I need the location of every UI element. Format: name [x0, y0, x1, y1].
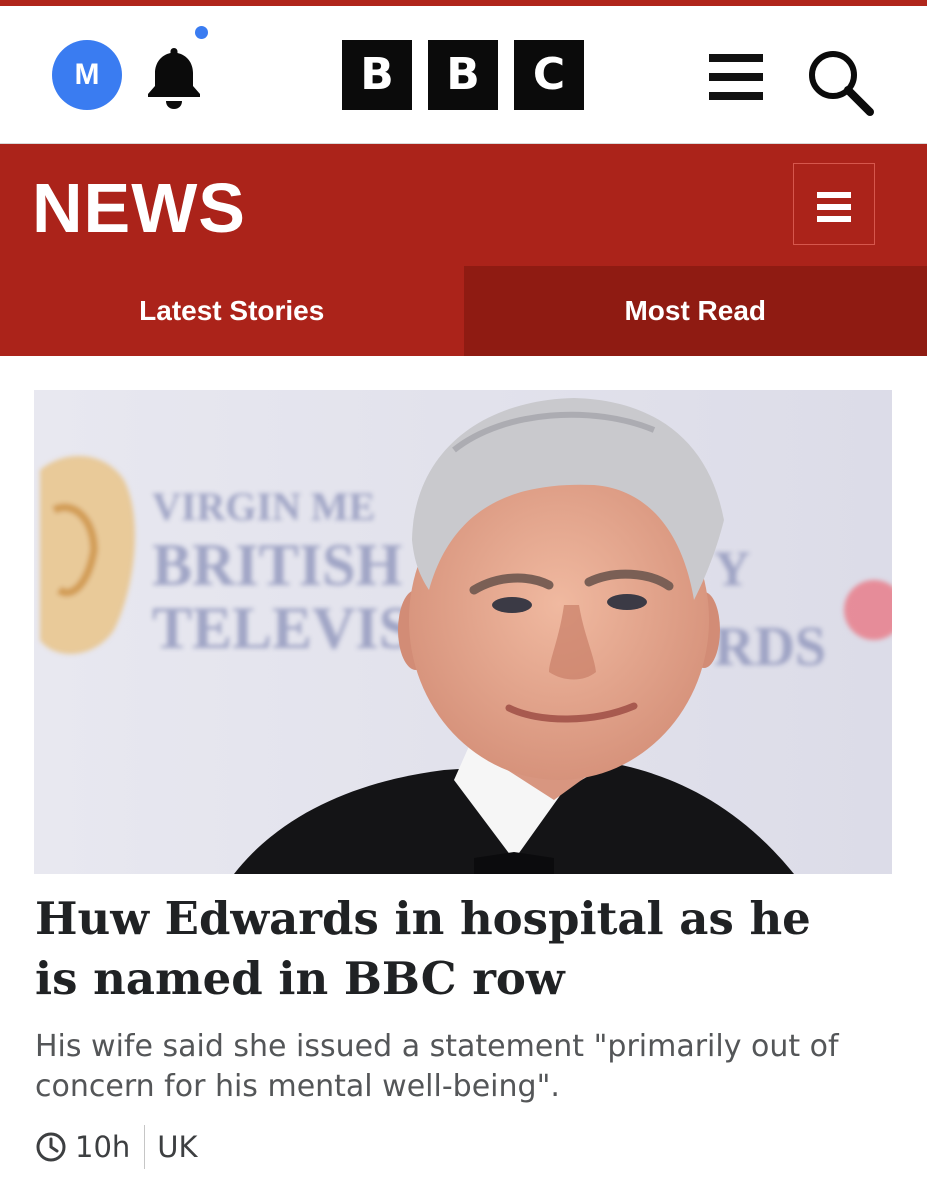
notification-dot: [195, 26, 208, 39]
article-meta: 10h UK: [35, 1124, 198, 1170]
hamburger-menu-icon[interactable]: [793, 163, 875, 245]
avatar-initial: M: [74, 58, 100, 91]
account-avatar[interactable]: M: [52, 40, 122, 110]
backdrop-text: BRITISH: [152, 532, 402, 598]
hamburger-menu-icon[interactable]: [709, 54, 763, 100]
logo-block: C: [514, 40, 584, 110]
article-summary: His wife said she issued a statement "pr…: [35, 1029, 839, 1104]
article-timestamp: 10h: [75, 1130, 131, 1164]
article-headline[interactable]: Huw Edwards in hospital as he is named i…: [35, 889, 855, 1009]
meta-divider: [144, 1125, 146, 1169]
tab-most-read[interactable]: Most Read: [463, 266, 927, 356]
tab-latest-stories[interactable]: Latest Stories: [0, 266, 464, 356]
backdrop-text: TELEVIS: [152, 595, 412, 661]
bell-icon[interactable]: [142, 42, 206, 112]
section-title[interactable]: NEWS: [32, 168, 246, 248]
backdrop-text: Y: [714, 540, 750, 596]
article-hero-image[interactable]: VIRGIN ME BRITISH TELEVIS Y RDS: [34, 390, 892, 874]
bbc-logo[interactable]: B B C: [342, 40, 584, 110]
section-link-uk[interactable]: UK: [157, 1130, 197, 1164]
backdrop-text: VIRGIN ME: [152, 484, 375, 529]
backdrop-text: RDS: [714, 616, 826, 678]
search-icon[interactable]: [806, 48, 874, 116]
logo-block: B: [342, 40, 412, 110]
bbc-masthead: M B B C: [0, 6, 927, 144]
section-tabs: Latest Stories Most Read: [0, 266, 927, 356]
logo-block: B: [428, 40, 498, 110]
clock-icon: [36, 1132, 66, 1162]
news-section-header: NEWS Latest Stories Most Read: [0, 144, 927, 356]
